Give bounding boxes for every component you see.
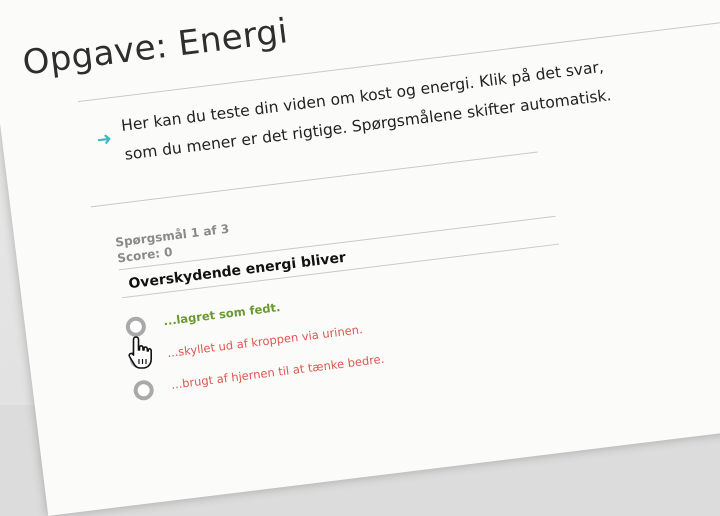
page-title: Opgave: Energi [20, 11, 291, 84]
intro-text: Her kan du teste din viden om kost og en… [120, 57, 613, 164]
quiz-page: Opgave: Energi ➜ Her kan du teste din vi… [0, 0, 720, 516]
radio-icon[interactable] [132, 379, 155, 402]
hand-pointer-icon [128, 336, 152, 369]
question-counter: Spørgsmål 1 af 3 [114, 221, 230, 250]
answer-label: ...lagret som fedt. [162, 300, 282, 329]
arrow-right-icon: ➜ [95, 128, 114, 152]
